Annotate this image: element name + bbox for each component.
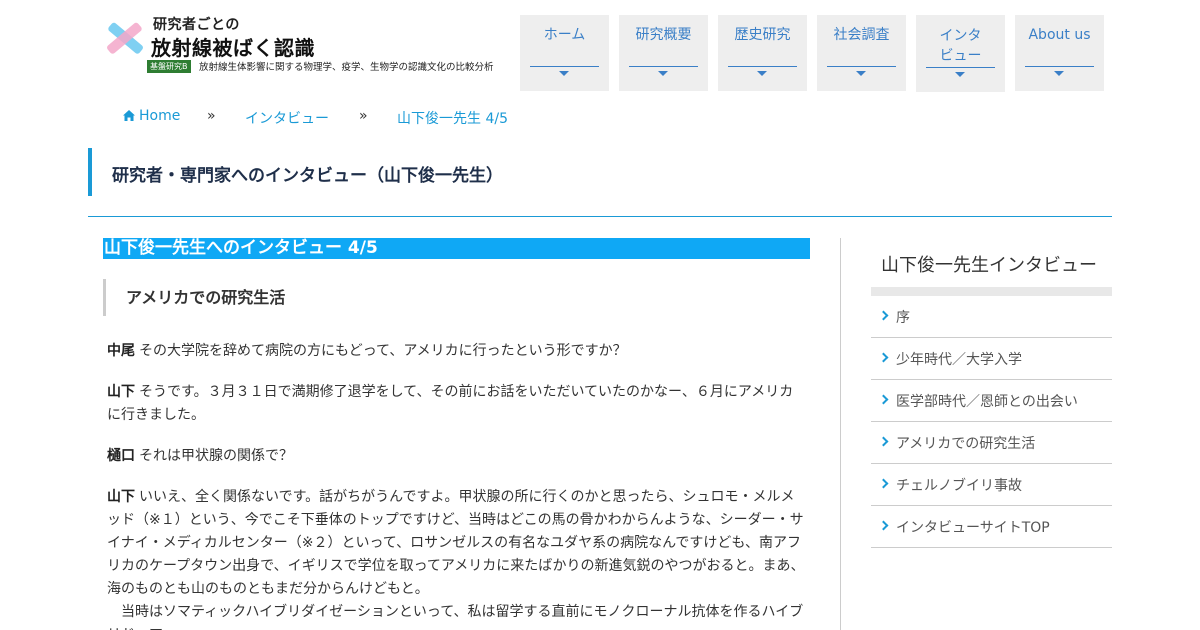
nav-underline [530, 66, 599, 67]
nav-social-survey[interactable]: 社会調査 [817, 15, 906, 91]
chevron-right-icon [878, 478, 889, 489]
chevron-right-icon [878, 352, 889, 363]
nav-research-overview[interactable]: 研究概要 [619, 15, 708, 91]
sidebar-item-label: チェルノブイリ事故 [896, 478, 1022, 494]
breadcrumb-section[interactable]: インタビュー [245, 108, 329, 128]
nav-label: ホーム [543, 27, 586, 43]
breadcrumb-separator: » [207, 108, 216, 124]
interview-paragraph: 山下 そうです。３月３１日で満期修了退学をして、その前にお話をいただいていたのかな… [107, 381, 807, 427]
speaker-name: 山下 [107, 384, 135, 400]
page-title: 研究者・専門家へのインタビュー（山下俊一先生） [112, 166, 503, 186]
paragraph-text: それは甲状腺の関係で？ [139, 448, 293, 464]
sidebar-title-bar [871, 287, 1112, 296]
nav-label: 研究概要 [635, 27, 692, 43]
interview-paragraph: 中尾 その大学院を辞めて病院の方にもどって、アメリカに行ったという形ですか？ [107, 340, 807, 363]
nav-underline [629, 66, 698, 67]
breadcrumb-current[interactable]: 山下俊一先生 4/5 [397, 108, 508, 128]
nav-about-us[interactable]: About us [1015, 15, 1104, 91]
article-heading: 山下俊一先生へのインタビュー 4/5 [103, 238, 810, 259]
speaker-name: 山下 [107, 489, 135, 505]
caret-down-icon [559, 71, 569, 76]
sidebar-item-label: アメリカでの研究生活 [896, 436, 1036, 452]
paragraph-text: その大学院を辞めて病院の方にもどって、アメリカに行ったという形ですか？ [139, 343, 627, 359]
page-title-box: 研究者・専門家へのインタビュー（山下俊一先生） [88, 148, 1112, 196]
caret-down-icon [658, 71, 668, 76]
title-divider [88, 216, 1112, 217]
paragraph-text: そうです。３月３１日で満期修了退学をして、その前にお話をいただいていたのかなー、… [107, 384, 794, 423]
nav-label: インタビュー [939, 28, 982, 64]
home-icon [123, 110, 135, 121]
breadcrumb-home[interactable]: Home [123, 108, 180, 124]
nav-underline [728, 66, 797, 67]
interview-paragraph: 当時はソマティックハイブリダイゼーションといって、私は留学する直前にモノクローナ… [107, 601, 807, 630]
nav-interview[interactable]: インタビュー [916, 15, 1005, 92]
nav-label: About us [1028, 27, 1091, 43]
nav-underline [827, 66, 896, 67]
sidebar-item-label: 序 [896, 310, 910, 326]
interview-paragraph: 樋口 それは甲状腺の関係で？ [107, 445, 807, 468]
chevron-right-icon [878, 310, 889, 321]
paragraph-text: 当時はソマティックハイブリダイゼーションといって、私は留学する直前にモノクローナ… [107, 604, 804, 630]
site-logo[interactable]: 研究者ごとの 放射線被ばく認識 基盤研究B 放射線生体影響に関する物理学、疫学、… [103, 14, 513, 76]
logo-title: 放射線被ばく認識 [151, 36, 315, 60]
caret-down-icon [1054, 71, 1064, 76]
nav-label: 社会調査 [833, 27, 890, 43]
speaker-name: 樋口 [107, 448, 135, 464]
logo-subtitle: 放射線生体影響に関する物理学、疫学、生物学の認識文化の比較分析 [199, 62, 494, 73]
chevron-right-icon [878, 520, 889, 531]
caret-down-icon [955, 72, 965, 77]
sidebar-item-chernobyl[interactable]: チェルノブイリ事故 [871, 464, 1112, 506]
caret-down-icon [856, 71, 866, 76]
sidebar: 山下俊一先生インタビュー 序 少年時代／大学入学 医学部時代／恩師との出会い ア… [871, 238, 1112, 548]
breadcrumb-separator: » [359, 108, 368, 124]
paragraph-text: いいえ、全く関係ないです。話がちがうんですよ。甲状腺の所に行くのかと思ったら、シ… [107, 489, 805, 597]
chevron-right-icon [878, 436, 889, 447]
chevron-right-icon [878, 394, 889, 405]
sidebar-item-childhood[interactable]: 少年時代／大学入学 [871, 338, 1112, 380]
nav-label: 歴史研究 [734, 27, 791, 43]
caret-down-icon [757, 71, 767, 76]
sidebar-item-label: 医学部時代／恩師との出会い [896, 394, 1078, 410]
section-heading-box: アメリカでの研究生活 [103, 279, 810, 316]
nav-underline [926, 67, 995, 68]
nav-history-research[interactable]: 歴史研究 [718, 15, 807, 91]
sidebar-item-america[interactable]: アメリカでの研究生活 [871, 422, 1112, 464]
sidebar-item-medical-school[interactable]: 医学部時代／恩師との出会い [871, 380, 1112, 422]
logo-title-small: 研究者ごとの [153, 17, 240, 33]
interview-paragraph: 山下 いいえ、全く関係ないです。話がちがうんですよ。甲状腺の所に行くのかと思ったら… [107, 486, 807, 601]
speaker-name: 中尾 [107, 343, 135, 359]
sidebar-item-interview-top[interactable]: インタビューサイトTOP [871, 506, 1112, 548]
sidebar-title: 山下俊一先生インタビュー [881, 255, 1097, 276]
nav-home[interactable]: ホーム [520, 15, 609, 91]
article: 山下俊一先生へのインタビュー 4/5 アメリカでの研究生活 中尾 その大学院を辞め… [103, 238, 810, 630]
sidebar-item-label: インタビューサイトTOP [896, 520, 1050, 536]
logo-mark-icon [107, 22, 143, 54]
logo-badge: 基盤研究B [147, 60, 191, 73]
column-divider [840, 238, 841, 630]
breadcrumb-home-label: Home [139, 108, 181, 124]
section-heading: アメリカでの研究生活 [126, 288, 286, 307]
nav-underline [1025, 66, 1094, 67]
sidebar-item-label: 少年時代／大学入学 [896, 352, 1022, 368]
sidebar-list: 序 少年時代／大学入学 医学部時代／恩師との出会い アメリカでの研究生活 チェル… [871, 296, 1112, 548]
sidebar-item-preface[interactable]: 序 [871, 296, 1112, 338]
